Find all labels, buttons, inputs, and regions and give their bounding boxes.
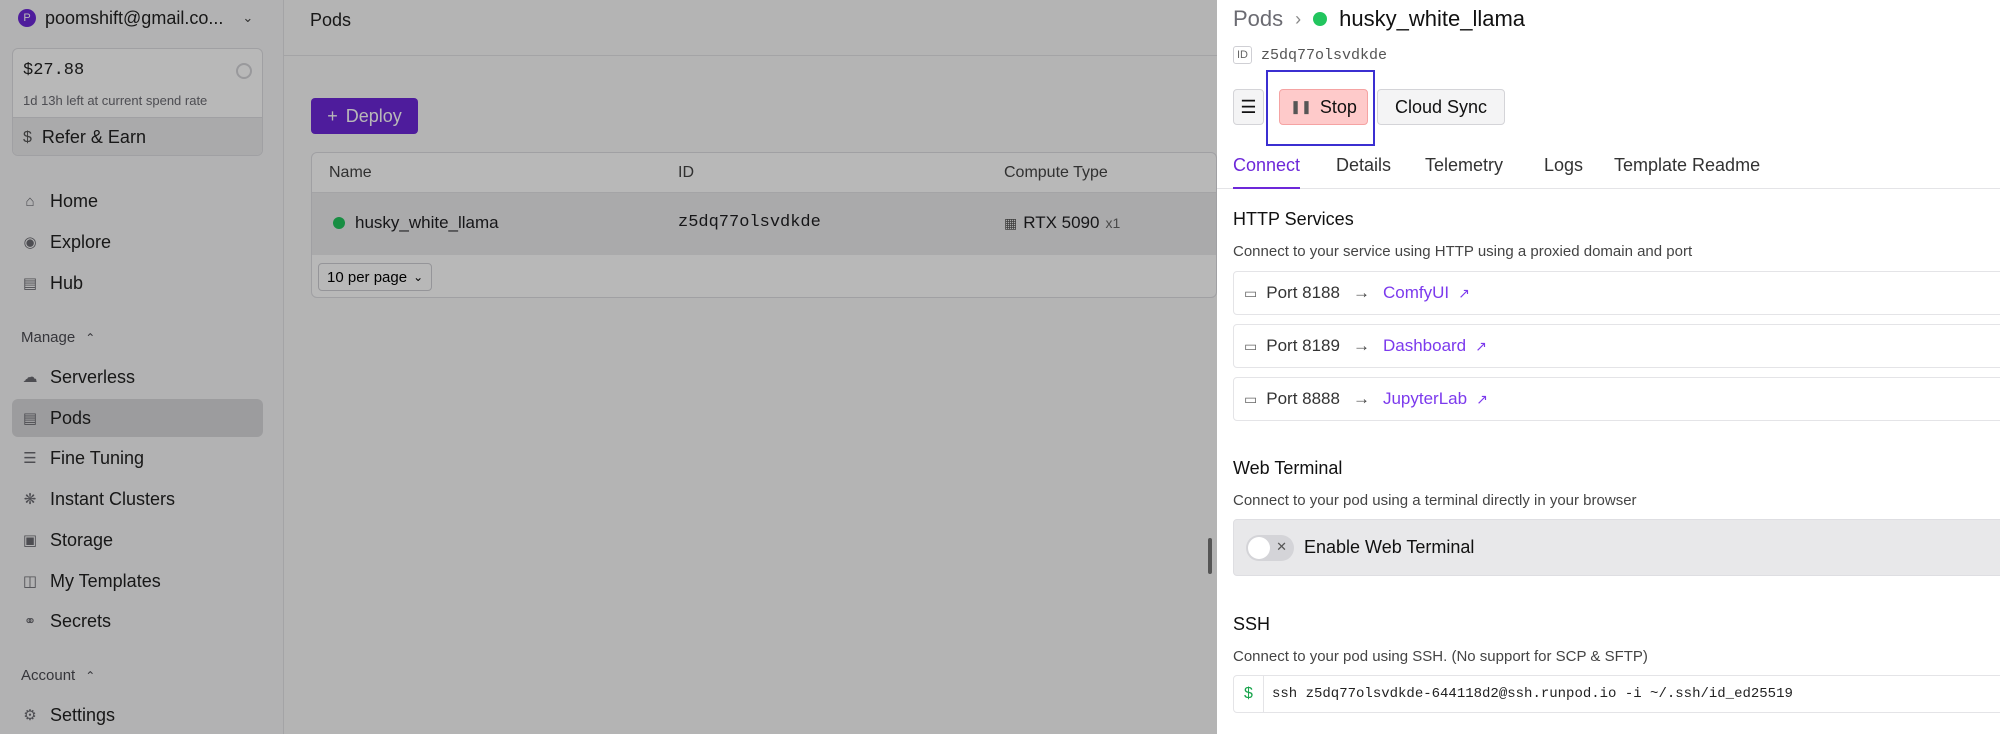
port-icon: ▭ [1244, 284, 1258, 301]
arrow-right-icon: → [1352, 389, 1370, 408]
port-row: ▭ Port 8189 → Dashboard ↗ [1233, 324, 2000, 368]
modal-backdrop[interactable] [0, 0, 1217, 734]
pause-icon: ❚❚ [1290, 99, 1312, 114]
external-link-icon[interactable]: ↗ [1476, 391, 1488, 408]
stop-button[interactable]: ❚❚ Stop [1279, 89, 1368, 125]
pod-detail-panel: Pods › husky_white_llama ID z5dq77olsvdk… [1217, 0, 2000, 734]
tab-telemetry[interactable]: Telemetry [1425, 155, 1503, 189]
ssh-command[interactable]: ssh z5dq77olsvdkde-644118d2@ssh.runpod.i… [1264, 686, 1793, 702]
ssh-title: SSH [1233, 614, 1271, 634]
web-terminal-desc: Connect to your pod using a terminal dir… [1233, 492, 1637, 509]
stop-label: Stop [1319, 96, 1357, 117]
port-row: ▭ Port 8188 → ComfyUI ↗ [1233, 271, 2000, 315]
port-number: Port 8189 [1266, 336, 1340, 355]
port-icon: ▭ [1244, 390, 1258, 407]
pod-id-row: ID z5dq77olsvdkde [1233, 46, 1387, 64]
web-terminal-toggle[interactable]: ✕ [1246, 534, 1294, 561]
tab-template-readme[interactable]: Template Readme [1614, 155, 1760, 189]
tab-details[interactable]: Details [1336, 155, 1391, 189]
http-services-title: HTTP Services [1233, 209, 1354, 229]
resize-handle[interactable] [1208, 538, 1212, 574]
breadcrumb-pods-link[interactable]: Pods [1233, 6, 1283, 32]
arrow-right-icon: → [1352, 336, 1370, 355]
port-number: Port 8188 [1266, 283, 1340, 302]
http-services-desc: Connect to your service using HTTP using… [1233, 243, 1693, 260]
web-terminal-row: ✕ Enable Web Terminal [1233, 519, 2000, 576]
cloud-sync-label: Cloud Sync [1394, 96, 1488, 117]
web-terminal-title: Web Terminal [1233, 458, 1343, 478]
menu-button[interactable]: ☰ [1233, 89, 1264, 125]
port-row: ▭ Port 8888 → JupyterLab ↗ [1233, 377, 2000, 421]
ssh-command-box[interactable]: $ ssh z5dq77olsvdkde-644118d2@ssh.runpod… [1233, 675, 2000, 713]
ssh-desc: Connect to your pod using SSH. (No suppo… [1233, 648, 1648, 665]
pod-id-value[interactable]: z5dq77olsvdkde [1261, 47, 1387, 64]
service-link-comfyui[interactable]: ComfyUI [1383, 283, 1449, 303]
arrow-right-icon: → [1352, 283, 1370, 302]
hamburger-icon: ☰ [1240, 96, 1257, 117]
service-link-jupyterlab[interactable]: JupyterLab [1383, 389, 1467, 409]
id-tag: ID [1233, 46, 1252, 64]
port-icon: ▭ [1244, 337, 1258, 354]
external-link-icon[interactable]: ↗ [1475, 338, 1487, 355]
cloud-sync-button[interactable]: Cloud Sync [1377, 89, 1505, 125]
port-number: Port 8888 [1266, 389, 1340, 408]
chevron-right-icon: › [1295, 8, 1302, 29]
toggle-knob [1248, 536, 1270, 559]
breadcrumb: Pods › husky_white_llama [1233, 6, 1525, 32]
status-dot [1313, 12, 1328, 26]
tab-bar: Connect Details Telemetry Logs Template … [1217, 145, 2000, 189]
service-link-dashboard[interactable]: Dashboard [1383, 336, 1466, 356]
tab-connect[interactable]: Connect [1233, 155, 1301, 189]
tab-logs[interactable]: Logs [1544, 155, 1583, 189]
web-terminal-label: Enable Web Terminal [1304, 537, 1475, 557]
prompt-icon: $ [1234, 676, 1264, 712]
external-link-icon[interactable]: ↗ [1458, 285, 1470, 302]
pod-title: husky_white_llama [1339, 6, 1526, 31]
close-icon: ✕ [1276, 538, 1287, 554]
